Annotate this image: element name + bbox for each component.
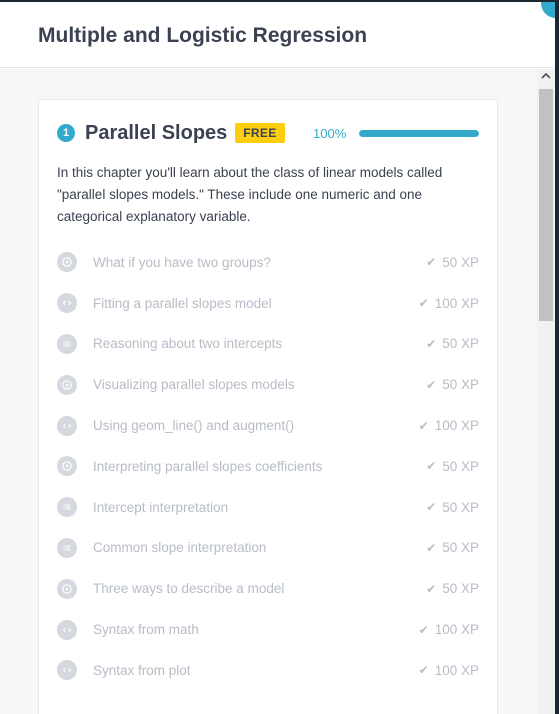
chapter-number: 1 — [57, 124, 75, 142]
checkmark-icon: ✔ — [418, 663, 429, 678]
checkmark-icon: ✔ — [418, 622, 429, 637]
modal-header: Multiple and Logistic Regression — [0, 2, 555, 68]
exercise-item[interactable]: Syntax from math ✔ 100 XP — [57, 609, 479, 650]
exercise-list: What if you have two groups? ✔ 50 XP Fittin… — [57, 242, 479, 691]
exercise-item[interactable]: Common slope interpretation ✔ 50 XP — [57, 528, 479, 569]
xp-value: 50 XP — [442, 540, 479, 556]
checkmark-icon: ✔ — [426, 377, 437, 392]
exercise-item[interactable]: Interpreting parallel slopes coefficient… — [57, 446, 479, 487]
exercise-xp: ✔ 100 XP — [419, 296, 479, 311]
list-icon — [57, 497, 77, 518]
exercise-xp: ✔ 50 XP — [426, 255, 479, 270]
xp-value: 100 XP — [434, 622, 479, 638]
exercise-title[interactable]: What if you have two groups? — [93, 255, 271, 270]
course-outline-modal: Multiple and Logistic Regression 1 Paral… — [0, 2, 555, 714]
code-icon — [57, 619, 77, 640]
code-icon — [57, 293, 77, 314]
exercise-xp: ✔ 50 XP — [426, 377, 479, 392]
scrollbar-thumb[interactable] — [539, 89, 553, 321]
exercise-xp: ✔ 100 XP — [419, 622, 479, 637]
exercise-item[interactable]: What if you have two groups? ✔ 50 XP — [57, 242, 479, 283]
xp-value: 100 XP — [434, 295, 479, 311]
exercise-title[interactable]: Three ways to describe a model — [93, 581, 284, 596]
progress-label: 100% — [313, 125, 347, 141]
progress-bar — [359, 130, 479, 137]
video-icon — [57, 578, 77, 599]
xp-value: 50 XP — [442, 336, 479, 352]
video-icon — [57, 456, 77, 477]
exercise-item[interactable]: Using geom_line() and augment() ✔ 100 XP — [57, 405, 479, 446]
modal-body: 1 Parallel Slopes FREE 100% In this chap… — [0, 69, 537, 714]
chapter-card: 1 Parallel Slopes FREE 100% In this chap… — [38, 99, 498, 714]
xp-value: 50 XP — [442, 458, 479, 474]
xp-value: 50 XP — [442, 499, 479, 515]
exercise-item[interactable]: Visualizing parallel slopes models ✔ 50 XP — [57, 364, 479, 405]
exercise-xp: ✔ 100 XP — [419, 418, 479, 433]
exercise-item[interactable]: Intercept interpretation ✔ 50 XP — [57, 487, 479, 528]
checkmark-icon: ✔ — [426, 459, 437, 474]
xp-value: 100 XP — [434, 418, 479, 434]
xp-value: 50 XP — [442, 254, 479, 270]
free-badge: FREE — [235, 123, 285, 143]
exercise-title[interactable]: Using geom_line() and augment() — [93, 418, 294, 433]
xp-value: 100 XP — [434, 662, 479, 678]
exercise-title[interactable]: Fitting a parallel slopes model — [93, 296, 272, 311]
exercise-xp: ✔ 100 XP — [419, 663, 479, 678]
list-icon — [57, 537, 77, 558]
exercise-title[interactable]: Reasoning about two intercepts — [93, 336, 282, 351]
exercise-xp: ✔ 50 XP — [426, 336, 479, 351]
checkmark-icon: ✔ — [426, 255, 437, 270]
list-icon — [57, 333, 77, 354]
exercise-xp: ✔ 50 XP — [426, 581, 479, 596]
scroll-up-icon[interactable] — [541, 71, 551, 81]
modal-title: Multiple and Logistic Regression — [38, 23, 368, 47]
scrollbar[interactable] — [537, 69, 555, 714]
exercise-title[interactable]: Common slope interpretation — [93, 540, 266, 555]
checkmark-icon: ✔ — [426, 500, 437, 515]
exercise-xp: ✔ 50 XP — [426, 540, 479, 555]
chapter-description: In this chapter you'll learn about the c… — [57, 165, 443, 224]
checkmark-icon: ✔ — [418, 296, 429, 311]
progress-bar-fill — [359, 130, 479, 137]
chapter-header[interactable]: 1 Parallel Slopes FREE 100% — [57, 118, 479, 148]
exercise-title[interactable]: Interpreting parallel slopes coefficient… — [93, 459, 322, 474]
exercise-title[interactable]: Visualizing parallel slopes models — [93, 377, 295, 392]
xp-value: 50 XP — [442, 581, 479, 597]
exercise-title[interactable]: Intercept interpretation — [93, 500, 228, 515]
exercise-xp: ✔ 50 XP — [426, 459, 479, 474]
exercise-item[interactable]: Fitting a parallel slopes model ✔ 100 XP — [57, 283, 479, 324]
checkmark-icon: ✔ — [426, 581, 437, 596]
checkmark-icon: ✔ — [426, 336, 437, 351]
exercise-item[interactable]: Three ways to describe a model ✔ 50 XP — [57, 568, 479, 609]
video-icon — [57, 374, 77, 395]
exercise-title[interactable]: Syntax from math — [93, 622, 199, 637]
exercise-item[interactable]: Syntax from plot ✔ 100 XP — [57, 650, 479, 691]
chapter-title[interactable]: Parallel Slopes — [85, 122, 227, 145]
exercise-item[interactable]: Reasoning about two intercepts ✔ 50 XP — [57, 324, 479, 365]
exercise-title[interactable]: Syntax from plot — [93, 663, 191, 678]
code-icon — [57, 660, 77, 681]
xp-value: 50 XP — [442, 377, 479, 393]
checkmark-icon: ✔ — [426, 540, 437, 555]
exercise-xp: ✔ 50 XP — [426, 500, 479, 515]
checkmark-icon: ✔ — [418, 418, 429, 433]
code-icon — [57, 415, 77, 436]
video-icon — [57, 252, 77, 273]
